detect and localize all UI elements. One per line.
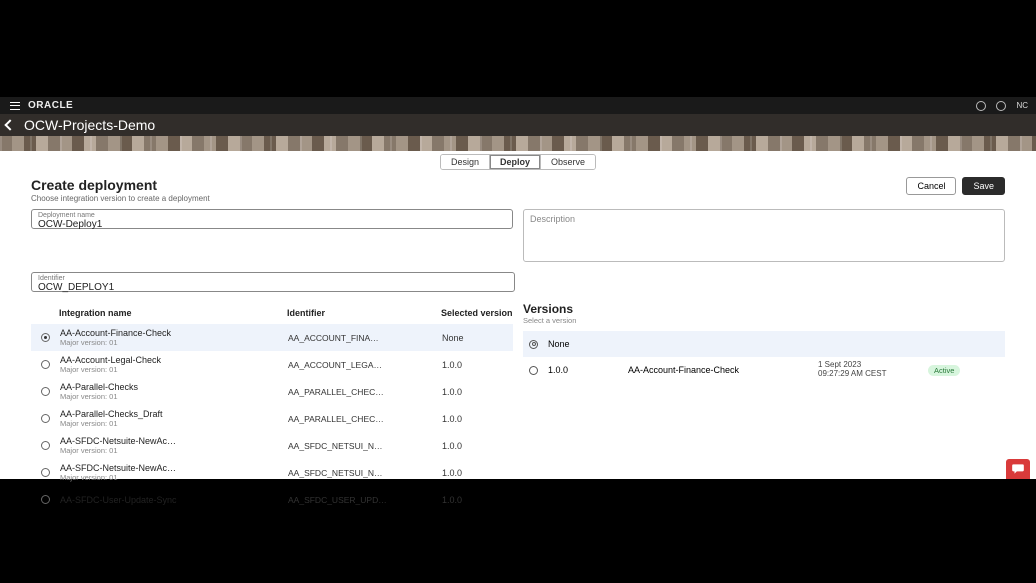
selected-version: None bbox=[442, 333, 464, 343]
version-date: 1 Sept 202309:27:29 AM CEST bbox=[818, 361, 928, 379]
status-badge: Active bbox=[928, 365, 960, 376]
integration-identifier: AA_PARALLEL_CHEC… bbox=[288, 414, 442, 424]
integration-name: AA-SFDC-User-Update-Sync bbox=[60, 495, 288, 505]
row-radio[interactable] bbox=[41, 468, 50, 477]
breadcrumb: OCW-Projects-Demo bbox=[0, 114, 1036, 136]
deployment-name-label: Deployment name bbox=[38, 212, 506, 219]
identifier-field[interactable]: Identifier OCW_DEPLOY1 bbox=[31, 272, 515, 292]
version-radio[interactable] bbox=[529, 366, 538, 375]
version-label: 1.0.0 bbox=[548, 365, 628, 375]
table-row[interactable]: AA-Parallel-ChecksMajor version: 01AA_PA… bbox=[31, 378, 513, 405]
table-row[interactable]: AA-SFDC-User-Update-SyncAA_SFDC_USER_UPD… bbox=[31, 486, 513, 513]
versions-title: Versions bbox=[523, 302, 1005, 316]
col-selected-version: Selected version bbox=[441, 308, 513, 318]
version-row[interactable]: 1.0.0AA-Account-Finance-Check1 Sept 2023… bbox=[523, 357, 1005, 383]
identifier-value[interactable]: OCW_DEPLOY1 bbox=[38, 282, 508, 293]
selected-version: 1.0.0 bbox=[442, 360, 462, 370]
major-version: Major version: 01 bbox=[60, 365, 288, 374]
tab-observe[interactable]: Observe bbox=[540, 155, 595, 169]
selected-version: 1.0.0 bbox=[442, 441, 462, 451]
tab-deploy[interactable]: Deploy bbox=[489, 155, 540, 169]
table-row[interactable]: AA-Account-Legal-CheckMajor version: 01A… bbox=[31, 351, 513, 378]
chat-icon[interactable] bbox=[1006, 459, 1030, 479]
cancel-button[interactable]: Cancel bbox=[906, 177, 956, 195]
bell-icon[interactable] bbox=[976, 101, 986, 111]
major-version: Major version: 01 bbox=[60, 446, 288, 455]
selected-version: 1.0.0 bbox=[442, 495, 462, 505]
row-radio[interactable] bbox=[41, 495, 50, 504]
selected-version: 1.0.0 bbox=[442, 387, 462, 397]
mode-tabs: Design Deploy Observe bbox=[440, 154, 596, 170]
integration-identifier: AA_SFDC_USER_UPD… bbox=[288, 495, 442, 505]
integration-identifier: AA_PARALLEL_CHEC… bbox=[288, 387, 442, 397]
col-integration-name: Integration name bbox=[59, 308, 287, 318]
col-identifier: Identifier bbox=[287, 308, 441, 318]
row-radio[interactable] bbox=[41, 360, 50, 369]
decorative-banner bbox=[0, 136, 1036, 151]
integration-identifier: AA_ACCOUNT_FINA… bbox=[288, 333, 442, 343]
major-version: Major version: 01 bbox=[60, 419, 288, 428]
integration-identifier: AA_SFDC_NETSUI_N… bbox=[288, 468, 442, 478]
save-button[interactable]: Save bbox=[962, 177, 1005, 195]
major-version: Major version: 01 bbox=[60, 473, 288, 482]
table-row[interactable]: AA-Account-Finance-CheckMajor version: 0… bbox=[31, 324, 513, 351]
user-initials[interactable]: NC bbox=[1016, 101, 1028, 110]
table-row[interactable]: AA-Parallel-Checks_DraftMajor version: 0… bbox=[31, 405, 513, 432]
deployment-name-value[interactable]: OCW-Deploy1 bbox=[38, 219, 506, 230]
back-icon[interactable] bbox=[4, 119, 15, 130]
integration-name: AA-Account-Finance-Check bbox=[60, 328, 288, 338]
integration-name: AA-Parallel-Checks bbox=[60, 382, 288, 392]
row-radio[interactable] bbox=[41, 333, 50, 342]
selected-version: 1.0.0 bbox=[442, 468, 462, 478]
brand-logo: ORACLE bbox=[28, 100, 73, 111]
page-heading: Create deployment bbox=[31, 177, 210, 193]
table-row[interactable]: AA-SFDC-Netsuite-NewAc…Major version: 01… bbox=[31, 459, 513, 486]
row-radio[interactable] bbox=[41, 387, 50, 396]
row-radio[interactable] bbox=[41, 414, 50, 423]
row-radio[interactable] bbox=[41, 441, 50, 450]
integration-name: AA-Parallel-Checks_Draft bbox=[60, 409, 288, 419]
identifier-label: Identifier bbox=[38, 275, 508, 282]
integration-identifier: AA_SFDC_NETSUI_N… bbox=[288, 441, 442, 451]
version-row[interactable]: None bbox=[523, 331, 1005, 357]
integrations-table: Integration name Identifier Selected ver… bbox=[31, 302, 513, 513]
integration-name: AA-SFDC-Netsuite-NewAc… bbox=[60, 436, 288, 446]
menu-icon[interactable] bbox=[10, 102, 20, 110]
integration-identifier: AA_ACCOUNT_LEGA… bbox=[288, 360, 442, 370]
version-integration: AA-Account-Finance-Check bbox=[628, 365, 818, 375]
integration-name: AA-SFDC-Netsuite-NewAc… bbox=[60, 463, 288, 473]
page-subheading: Choose integration version to create a d… bbox=[31, 194, 210, 203]
description-field[interactable]: Description bbox=[523, 209, 1005, 262]
page-title: OCW-Projects-Demo bbox=[24, 117, 155, 133]
integration-name: AA-Account-Legal-Check bbox=[60, 355, 288, 365]
global-header: ORACLE NC bbox=[0, 97, 1036, 114]
main-card: Design Deploy Observe Create deployment … bbox=[21, 151, 1015, 477]
help-icon[interactable] bbox=[996, 101, 1006, 111]
versions-sub: Select a version bbox=[523, 316, 1005, 325]
version-radio[interactable] bbox=[529, 340, 538, 349]
versions-panel: Versions Select a version None 1.0.0AA-Ac… bbox=[523, 302, 1005, 513]
major-version: Major version: 01 bbox=[60, 392, 288, 401]
version-label: None bbox=[548, 339, 628, 349]
tab-design[interactable]: Design bbox=[441, 155, 489, 169]
major-version: Major version: 01 bbox=[60, 338, 288, 347]
table-row[interactable]: AA-SFDC-Netsuite-NewAc…Major version: 01… bbox=[31, 432, 513, 459]
selected-version: 1.0.0 bbox=[442, 414, 462, 424]
deployment-name-field[interactable]: Deployment name OCW-Deploy1 bbox=[31, 209, 513, 229]
